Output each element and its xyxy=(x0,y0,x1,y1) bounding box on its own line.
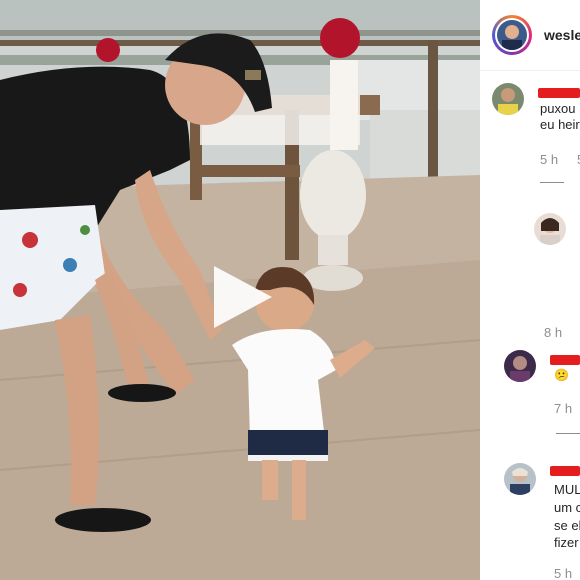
commenter-avatar[interactable] xyxy=(534,213,566,245)
play-icon[interactable] xyxy=(212,264,274,330)
comment-text-line: um c xyxy=(554,500,580,515)
comment-text-line: eu heir xyxy=(540,117,580,132)
comment-timestamp: 5 h xyxy=(554,566,573,580)
commenter-avatar[interactable] xyxy=(504,463,536,495)
comment-item: 😕 7 h xyxy=(480,345,580,450)
post-video[interactable] xyxy=(0,0,480,580)
comment-timestamp: 5 h xyxy=(540,152,559,167)
author-avatar[interactable] xyxy=(492,15,532,55)
redacted-username xyxy=(550,355,580,365)
comment-item: puxou eu heir 5 h 5 xyxy=(480,80,580,190)
comment-text-line: MUL xyxy=(554,482,580,497)
comment-item: 8 h xyxy=(480,205,580,345)
commenter-avatar[interactable] xyxy=(492,83,524,115)
comment-text-line: fizer xyxy=(554,535,579,550)
redacted-username xyxy=(550,466,580,476)
author-username[interactable]: wesley xyxy=(544,27,580,43)
redacted-username xyxy=(538,88,580,98)
view-replies-line[interactable] xyxy=(540,182,564,183)
view-replies-line[interactable] xyxy=(556,433,580,434)
comment-text-line: puxou xyxy=(540,101,576,116)
comment-emoji: 😕 xyxy=(554,368,569,382)
comment-item: MUL um c se el fizer 5 h xyxy=(480,458,580,580)
comment-timestamp: 7 h xyxy=(554,401,573,416)
comments-panel: wesley puxou eu heir 5 h 5 8 h 😕 7 h xyxy=(480,0,580,580)
post-header: wesley xyxy=(480,0,580,71)
comment-text-line: se el xyxy=(554,518,580,533)
commenter-avatar[interactable] xyxy=(504,350,536,382)
comment-timestamp: 8 h xyxy=(544,325,563,340)
